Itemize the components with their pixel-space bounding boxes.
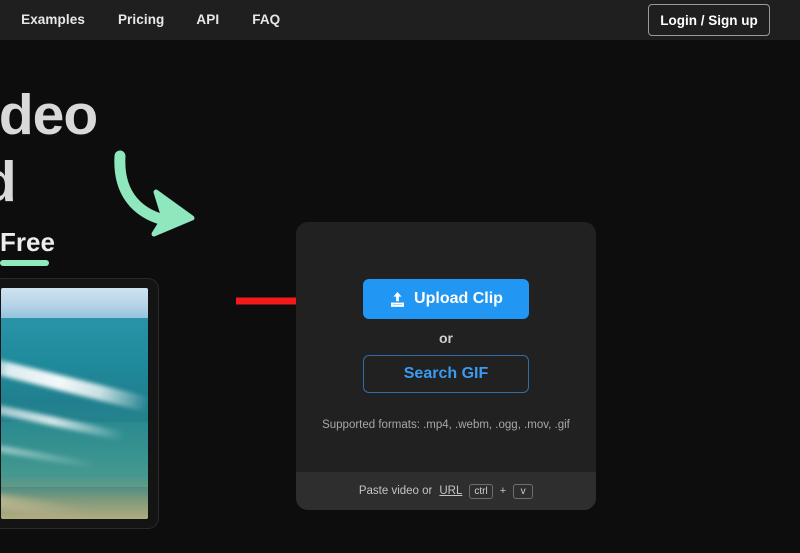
paste-url-link[interactable]: URL	[439, 485, 462, 497]
login-signup-button[interactable]: Login / Sign up	[648, 4, 770, 36]
hero-heading-line-1: Video	[0, 83, 98, 147]
nav-link-faq[interactable]: FAQ	[252, 0, 280, 40]
upload-card-footer: Paste video or URL ctrl + v	[296, 472, 596, 510]
preview-sky-layer	[1, 288, 148, 321]
key-v-badge: v	[513, 483, 534, 499]
top-navigation-bar: ground Examples Pricing API FAQ Login / …	[0, 0, 800, 40]
upload-icon	[389, 291, 406, 308]
green-curved-arrow-annotation	[112, 150, 212, 242]
hero-free-badge: Free	[0, 227, 55, 266]
upload-card-body: Upload Clip or Search GIF Supported form…	[296, 222, 596, 472]
nav-link-api[interactable]: API	[196, 0, 219, 40]
hero-free-label: Free	[0, 227, 55, 257]
supported-formats-label: Supported formats: .mp4, .webm, .ogg, .m…	[322, 419, 570, 431]
paste-video-label: Paste video or	[358, 485, 433, 497]
or-separator-label: or	[439, 330, 453, 346]
nav-link-pricing[interactable]: Pricing	[118, 0, 164, 40]
key-ctrl-badge: ctrl	[469, 483, 493, 499]
nav-link-examples[interactable]: Examples	[21, 0, 85, 40]
video-preview-frame[interactable]	[0, 279, 158, 528]
key-plus-separator: +	[499, 485, 507, 497]
hero-free-underline	[0, 260, 49, 266]
upload-clip-button[interactable]: Upload Clip	[363, 279, 529, 319]
nav-links-group: ground Examples Pricing API FAQ	[0, 0, 280, 40]
search-gif-button[interactable]: Search GIF	[363, 355, 529, 393]
upload-card: Upload Clip or Search GIF Supported form…	[296, 222, 596, 510]
video-preview-image	[1, 288, 148, 519]
upload-clip-label: Upload Clip	[414, 290, 503, 307]
